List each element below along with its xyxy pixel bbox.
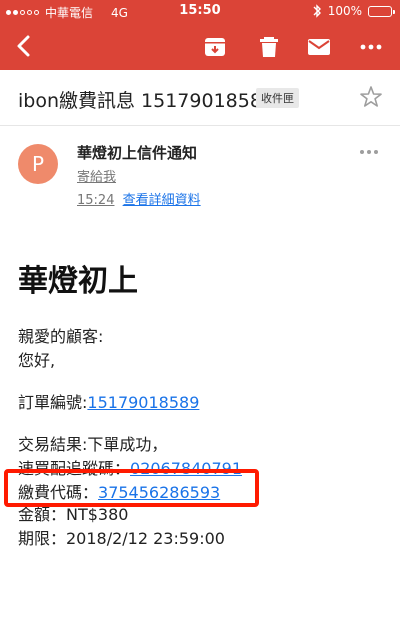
- more-horizontal-icon[interactable]: [358, 34, 384, 60]
- sender-avatar[interactable]: P: [18, 144, 58, 184]
- battery-percent: 100%: [327, 4, 362, 18]
- order-number-line: 訂單編號:15179018589: [18, 389, 199, 413]
- archive-icon[interactable]: [202, 34, 228, 60]
- email-subject: ibon繳費訊息 15179018589: [18, 90, 275, 112]
- back-arrow-icon[interactable]: [10, 32, 38, 60]
- mail-icon[interactable]: [306, 34, 332, 60]
- order-number-label: 訂單編號:: [18, 393, 88, 412]
- action-bar: [0, 22, 400, 70]
- battery-icon: [368, 5, 395, 17]
- email-meta: 15:24 查看詳細資料: [77, 189, 201, 208]
- view-details-link[interactable]: 查看詳細資料: [123, 193, 201, 208]
- star-icon[interactable]: [358, 84, 384, 110]
- sender-name: 華燈初上信件通知: [77, 144, 198, 162]
- order-number-link[interactable]: 15179018589: [87, 393, 199, 412]
- message-more-icon[interactable]: [360, 150, 378, 154]
- email-time: 15:24: [77, 193, 115, 208]
- payment-code-highlight-box: [4, 469, 259, 507]
- inbox-label-badge[interactable]: 收件匣: [256, 88, 299, 108]
- message-heading: 華燈初上: [18, 264, 138, 299]
- app-toolbar: 中華電信 4G 15:50 100%: [0, 0, 400, 70]
- subject-row: ibon繳費訊息 15179018589 收件匣: [0, 70, 400, 126]
- greeting-line-1: 親愛的顧客:: [18, 327, 104, 346]
- transaction-result: 交易結果:下單成功，: [18, 435, 168, 454]
- bluetooth-icon: [313, 4, 321, 18]
- greeting-line-2: 您好,: [18, 351, 56, 370]
- delete-icon[interactable]: [256, 34, 282, 60]
- deadline-line: 期限：2018/2/12 23:59:00: [18, 529, 225, 548]
- status-bar: 中華電信 4G 15:50 100%: [0, 0, 400, 22]
- recipient-link[interactable]: 寄給我: [77, 166, 116, 185]
